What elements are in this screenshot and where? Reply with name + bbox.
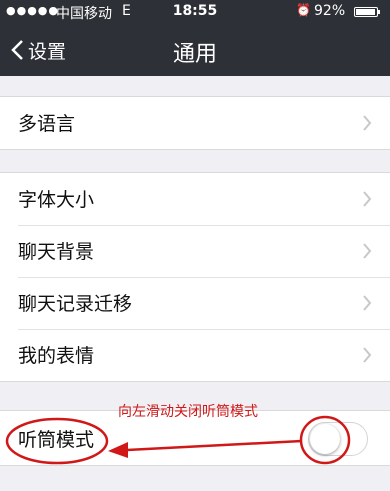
cell-font-size[interactable]: 字体大小 [0,173,390,225]
cell-label: 我的表情 [18,345,95,367]
settings-group-chat: 字体大小 聊天背景 聊天记录迁移 我的表情 [0,172,390,382]
chevron-right-icon [363,295,372,311]
cell-label: 聊天记录迁移 [18,293,133,315]
settings-group-language: 多语言 [0,96,390,150]
earpiece-mode-toggle[interactable] [308,422,368,456]
cell-label: 听筒模式 [18,429,95,451]
navigation-bar: 设置 通用 [0,24,390,76]
cell-label: 字体大小 [18,189,95,211]
annotation-text: 向左滑动关闭听筒模式 [118,404,258,420]
chevron-right-icon [363,347,372,363]
cell-label: 聊天背景 [18,241,95,263]
cell-language[interactable]: 多语言 [0,97,390,149]
cell-chat-background[interactable]: 聊天背景 [0,225,390,277]
page-title: 通用 [172,42,217,67]
status-bar: ●●●●● 中国移动 E 18:55 ⏰ 92% [0,0,390,24]
alarm-clock-icon: ⏰ [296,3,311,17]
cell-chat-history-migration[interactable]: 聊天记录迁移 [0,277,390,329]
battery-icon [354,7,378,17]
cell-label: 多语言 [18,113,76,135]
chevron-right-icon [363,115,372,131]
toggle-knob[interactable] [310,424,340,454]
chevron-right-icon [363,191,372,207]
cell-my-stickers[interactable]: 我的表情 [0,329,390,381]
chevron-right-icon [363,243,372,259]
battery-percent: 92% [314,3,346,19]
